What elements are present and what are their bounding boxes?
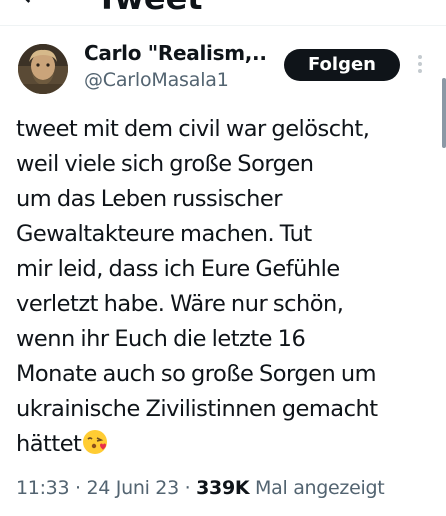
tweet-meta: 11:33 · 24 Juni 23 · 339K Mal angezeigt [16,474,385,502]
tweet-line-text: hättet [16,431,82,457]
tweet-text: tweet mit dem civil war gelöscht, weil v… [16,112,444,462]
tweet-date: 24 Juni 23 [86,477,179,499]
view-count: 339K [196,477,250,499]
tweet-line: wenn ihr Euch die letzte 16 [16,326,306,352]
meta-separator: · [69,477,87,499]
tweet-time: 11:33 [16,477,70,499]
author-handle[interactable]: @CarloMasala1 [84,68,229,92]
author-display-name[interactable]: Carlo "Realism,... [84,40,268,66]
more-vertical-icon[interactable] [414,55,426,75]
tweet-line: ukrainische Zivilistinnen gemacht [16,396,378,422]
page-title: Tweet [96,0,203,16]
follow-button[interactable]: Folgen [284,49,400,81]
avatar-photo [18,44,68,94]
tweet-line: um das Leben russischer [16,186,282,212]
back-arrow-icon[interactable]: ← [22,0,44,10]
tweet-line: mir leid, dass ich Eure Gefühle [16,256,340,282]
tweet-line: tweet mit dem civil war gelöscht, [16,116,370,142]
avatar[interactable] [18,44,68,94]
tweet-line-last: hättet [16,427,444,462]
tweet-line: weil viele sich große Sorgen [16,151,314,177]
view-count-label: Mal angezeigt [249,477,385,499]
tweet-line: Gewaltakteure machen. Tut [16,221,312,247]
tweet-line: verletzt habe. Wäre nur schön, [16,291,344,317]
tweet-line: Monate auch so große Sorgen um [16,361,377,387]
top-navigation-bar: ← Tweet [0,0,446,26]
face-blowing-kiss-emoji [83,430,108,454]
meta-separator: · [178,477,197,499]
